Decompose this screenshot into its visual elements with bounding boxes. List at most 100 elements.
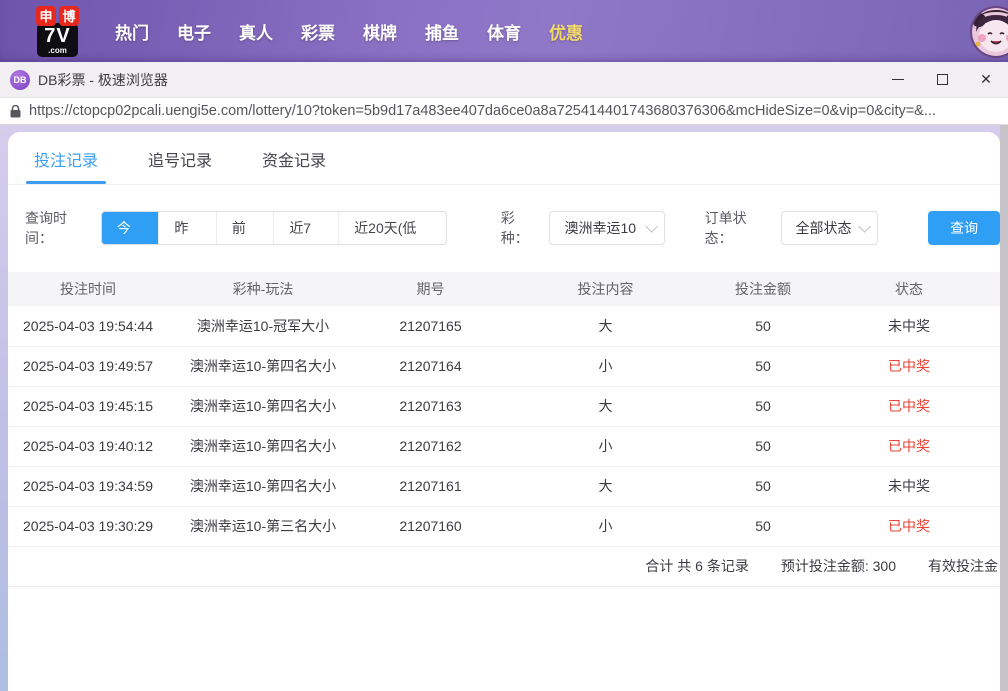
close-button[interactable]: ✕ [964,62,1008,97]
order-status-select[interactable]: 全部状态 [781,211,879,245]
minimize-button[interactable] [876,62,920,97]
table-row: 2025-04-03 19:49:57 澳洲幸运10-第四名大小 2120716… [8,346,1000,386]
maximize-icon [937,74,948,85]
cell-status: 未中奖 [818,306,1000,346]
avatar-illustration [972,8,1008,56]
summary-valid: 有效投注金 [928,556,998,576]
brand-logo[interactable]: 申 博 7V .com [36,6,79,57]
header-bet-content: 投注内容 [503,272,708,306]
time-option[interactable]: 今天 [102,212,158,244]
cell-bet-time: 2025-04-03 19:30:29 [8,506,168,546]
cell-bet-content: 大 [503,306,708,346]
header-game-play: 彩种-玩法 [168,272,358,306]
time-option[interactable]: 近7天 [273,212,338,244]
nav-menu-item[interactable]: 棋牌 [349,9,411,54]
cell-status: 已中奖 [818,346,1000,386]
order-status-label: 订单状态： [705,208,773,248]
cell-game-play: 澳洲幸运10-冠军大小 [168,306,358,346]
cell-status: 已中奖 [818,386,1000,426]
time-option[interactable]: 近20天(低频) [338,212,446,244]
cell-game-play: 澳洲幸运10-第三名大小 [168,506,358,546]
cell-bet-amount: 50 [708,386,818,426]
cell-issue: 21207164 [358,346,503,386]
record-tabs: 投注记录 追号记录 资金记录 [8,132,1000,185]
bet-records-table: 投注时间 彩种-玩法 期号 投注内容 投注金额 状态 2025-04-03 19… [8,272,1000,547]
lock-icon [10,105,21,118]
time-filter-label: 查询时间： [25,208,93,248]
cell-issue: 21207165 [358,306,503,346]
chevron-down-icon [645,220,658,233]
search-button[interactable]: 查询 [928,211,1000,245]
table-row: 2025-04-03 19:40:12 澳洲幸运10-第四名大小 2120716… [8,426,1000,466]
cell-bet-amount: 50 [708,426,818,466]
lottery-select-value: 澳洲幸运10 [564,218,636,238]
browser-titlebar: DB DB彩票 - 极速浏览器 ✕ [0,62,1008,98]
page-background: 投注记录 追号记录 资金记录 查询时间： 今天昨天前天近7天近20天(低频) 彩种：… [0,125,1008,691]
cell-issue: 21207160 [358,506,503,546]
nav-menu-item[interactable]: 彩票 [287,9,349,54]
logo-badge-bo: 博 [59,6,79,26]
summary-expected: 预计投注金额: 300 [781,556,896,576]
nav-menu-item[interactable]: 热门 [101,9,163,54]
cell-bet-amount: 50 [708,346,818,386]
cell-game-play: 澳洲幸运10-第四名大小 [168,346,358,386]
table-row: 2025-04-03 19:30:29 澳洲幸运10-第三名大小 2120716… [8,506,1000,546]
record-tab[interactable]: 资金记录 [256,147,332,184]
time-option[interactable]: 前天 [216,212,273,244]
vertical-scrollbar[interactable] [1000,125,1008,691]
cell-issue: 21207161 [358,466,503,506]
record-tab[interactable]: 投注记录 [28,147,104,184]
nav-menu-item[interactable]: 电子 [163,9,225,54]
chevron-down-icon [858,220,871,233]
address-bar[interactable]: https://ctopcp02pcali.uengi5e.com/lotter… [0,98,1008,125]
nav-menu: 热门电子真人彩票棋牌捕鱼体育优惠 [101,9,597,54]
cell-status: 已中奖 [818,426,1000,466]
cell-bet-content: 小 [503,346,708,386]
browser-app-icon: DB [10,70,30,90]
header-issue: 期号 [358,272,503,306]
cell-status: 已中奖 [818,506,1000,546]
time-option[interactable]: 昨天 [158,212,215,244]
cell-bet-time: 2025-04-03 19:49:57 [8,346,168,386]
cell-issue: 21207162 [358,426,503,466]
cell-bet-time: 2025-04-03 19:54:44 [8,306,168,346]
nav-menu-item[interactable]: 真人 [225,9,287,54]
summary-row: 合计 共 6 条记录 预计投注金额: 300 有效投注金 [8,547,1000,587]
header-bet-time: 投注时间 [8,272,168,306]
table-header-row: 投注时间 彩种-玩法 期号 投注内容 投注金额 状态 [8,272,1000,306]
minimize-icon [892,79,904,81]
maximize-button[interactable] [920,62,964,97]
cell-bet-content: 小 [503,506,708,546]
cell-bet-time: 2025-04-03 19:45:15 [8,386,168,426]
cell-bet-time: 2025-04-03 19:34:59 [8,466,168,506]
logo-wordmark: 7V .com [37,23,77,57]
summary-total: 合计 共 6 条记录 [645,556,748,576]
nav-menu-item[interactable]: 捕鱼 [411,9,473,54]
time-filter-group: 今天昨天前天近7天近20天(低频) [101,211,447,245]
window-title: DB彩票 - 极速浏览器 [38,70,168,90]
cell-bet-amount: 50 [708,466,818,506]
lottery-filter-label: 彩种： [501,208,542,248]
lottery-select[interactable]: 澳洲幸运10 [549,211,664,245]
user-avatar[interactable] [972,8,1008,56]
nav-menu-item[interactable]: 优惠 [535,9,597,54]
table-row: 2025-04-03 19:54:44 澳洲幸运10-冠军大小 21207165… [8,306,1000,346]
cell-bet-content: 小 [503,426,708,466]
window-controls: ✕ [876,62,1008,97]
header-bet-amount: 投注金额 [708,272,818,306]
logo-brand-text: 7V [44,26,70,46]
nav-menu-item[interactable]: 体育 [473,9,535,54]
cell-bet-content: 大 [503,466,708,506]
cell-issue: 21207163 [358,386,503,426]
record-tab[interactable]: 追号记录 [142,147,218,184]
site-top-nav: 申 博 7V .com 热门电子真人彩票棋牌捕鱼体育优惠 [0,0,1008,62]
cell-bet-amount: 50 [708,306,818,346]
cell-game-play: 澳洲幸运10-第四名大小 [168,386,358,426]
header-status: 状态 [818,272,1000,306]
cell-status: 未中奖 [818,466,1000,506]
table-row: 2025-04-03 19:34:59 澳洲幸运10-第四名大小 2120716… [8,466,1000,506]
cell-bet-amount: 50 [708,506,818,546]
content-card: 投注记录 追号记录 资金记录 查询时间： 今天昨天前天近7天近20天(低频) 彩种：… [8,132,1000,691]
table-row: 2025-04-03 19:45:15 澳洲幸运10-第四名大小 2120716… [8,386,1000,426]
logo-domain-text: .com [48,47,67,55]
